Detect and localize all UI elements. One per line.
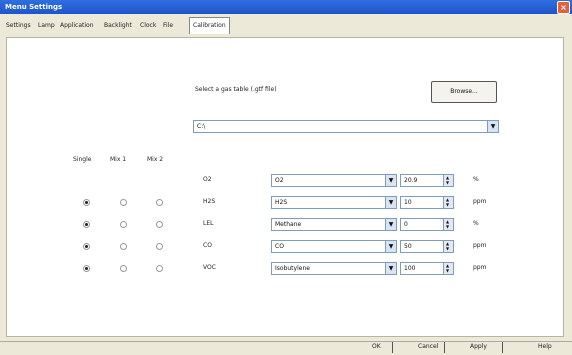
divider [502,342,503,353]
gas-select-value: Methane [275,221,302,228]
sensor-label: H2S [203,198,216,205]
stepper-buttons[interactable]: ▲ ▼ [443,241,453,252]
sensor-label: CO [203,242,212,249]
radio-mix2-co[interactable] [156,243,163,250]
gas-select[interactable]: Methane ▼ [271,218,397,231]
tab-lamp[interactable]: Lamp [38,19,55,33]
concentration-value: 0 [404,221,408,228]
title-bar: Menu Settings × [0,0,572,14]
concentration-stepper[interactable]: 10 ▲ ▼ [400,196,454,209]
gas-table-path-select[interactable]: C:\ ▼ [193,120,499,133]
radio-mix1-lel[interactable] [120,221,127,228]
sensor-label: VOC [203,264,216,271]
gas-select-value: H2S [275,199,288,206]
divider [392,342,393,353]
dropdown-arrow-icon[interactable]: ▼ [385,219,396,230]
radio-single-lel[interactable] [83,221,90,228]
radio-mix2-h2s[interactable] [156,199,163,206]
gas-select-value: O2 [275,177,284,184]
gas-select-value: Isobutylene [275,265,310,272]
calibration-panel: Select a gas table (.gtf file) Browse...… [6,37,564,337]
stepper-buttons[interactable]: ▲ ▼ [443,197,453,208]
gas-select[interactable]: Isobutylene ▼ [271,262,397,275]
radio-single-voc[interactable] [83,265,90,272]
concentration-value: 20.9 [404,177,418,184]
apply-button[interactable]: Apply [470,343,487,350]
tab-settings[interactable]: Settings [6,19,31,33]
dropdown-arrow-icon[interactable]: ▼ [385,241,396,252]
divider [444,342,445,353]
ok-button[interactable]: OK [372,343,381,350]
gas-table-path-value: C:\ [197,123,206,130]
gas-table-prompt: Select a gas table (.gtf file) [195,86,277,93]
unit-label: ppm [473,242,487,249]
radio-mix1-co[interactable] [120,243,127,250]
tab-backlight[interactable]: Backlight [104,19,132,33]
column-single: Single [73,156,92,163]
concentration-stepper[interactable]: 50 ▲ ▼ [400,240,454,253]
unit-label: % [473,220,479,227]
dropdown-arrow-icon[interactable]: ▼ [385,263,396,274]
tab-application[interactable]: Application [60,19,94,33]
unit-label: % [473,176,479,183]
sensor-label: O2 [203,176,212,183]
concentration-value: 50 [404,243,412,250]
tab-clock[interactable]: Clock [140,19,156,33]
concentration-stepper[interactable]: 100 ▲ ▼ [400,262,454,275]
column-mix2: Mix 2 [147,156,164,163]
tab-strip: Settings Lamp Application Backlight Cloc… [0,14,572,36]
concentration-value: 10 [404,199,412,206]
chevron-down-icon[interactable]: ▼ [446,225,449,229]
gas-select-value: CO [275,243,284,250]
stepper-buttons[interactable]: ▲ ▼ [443,219,453,230]
stepper-buttons[interactable]: ▲ ▼ [443,263,453,274]
gas-select[interactable]: O2 ▼ [271,174,397,187]
dialog-footer: OK Cancel Apply Help [0,341,572,355]
radio-single-h2s[interactable] [83,199,90,206]
radio-mix1-h2s[interactable] [120,199,127,206]
help-button[interactable]: Help [538,343,552,350]
radio-mix1-voc[interactable] [120,265,127,272]
close-icon[interactable]: × [557,1,570,14]
chevron-down-icon[interactable]: ▼ [446,203,449,207]
chevron-down-icon[interactable]: ▼ [446,269,449,273]
dropdown-arrow-icon[interactable]: ▼ [385,197,396,208]
tab-file[interactable]: File [163,19,173,33]
tab-calibration[interactable]: Calibration [189,17,230,34]
window-title: Menu Settings [5,3,63,11]
concentration-stepper[interactable]: 20.9 ▲ ▼ [400,174,454,187]
radio-mix2-lel[interactable] [156,221,163,228]
chevron-down-icon[interactable]: ▼ [446,247,449,251]
stepper-buttons[interactable]: ▲ ▼ [443,175,453,186]
dropdown-arrow-icon[interactable]: ▼ [385,175,396,186]
dropdown-arrow-icon[interactable]: ▼ [487,121,498,132]
unit-label: ppm [473,198,487,205]
cancel-button[interactable]: Cancel [418,343,438,350]
concentration-stepper[interactable]: 0 ▲ ▼ [400,218,454,231]
gas-select[interactable]: CO ▼ [271,240,397,253]
radio-single-co[interactable] [83,243,90,250]
concentration-value: 100 [404,265,416,272]
sensor-label: LEL [203,220,214,227]
radio-mix2-voc[interactable] [156,265,163,272]
column-mix1: Mix 1 [110,156,127,163]
chevron-down-icon[interactable]: ▼ [446,181,449,185]
gas-select[interactable]: H2S ▼ [271,196,397,209]
unit-label: ppm [473,264,487,271]
browse-button[interactable]: Browse... [431,81,497,103]
